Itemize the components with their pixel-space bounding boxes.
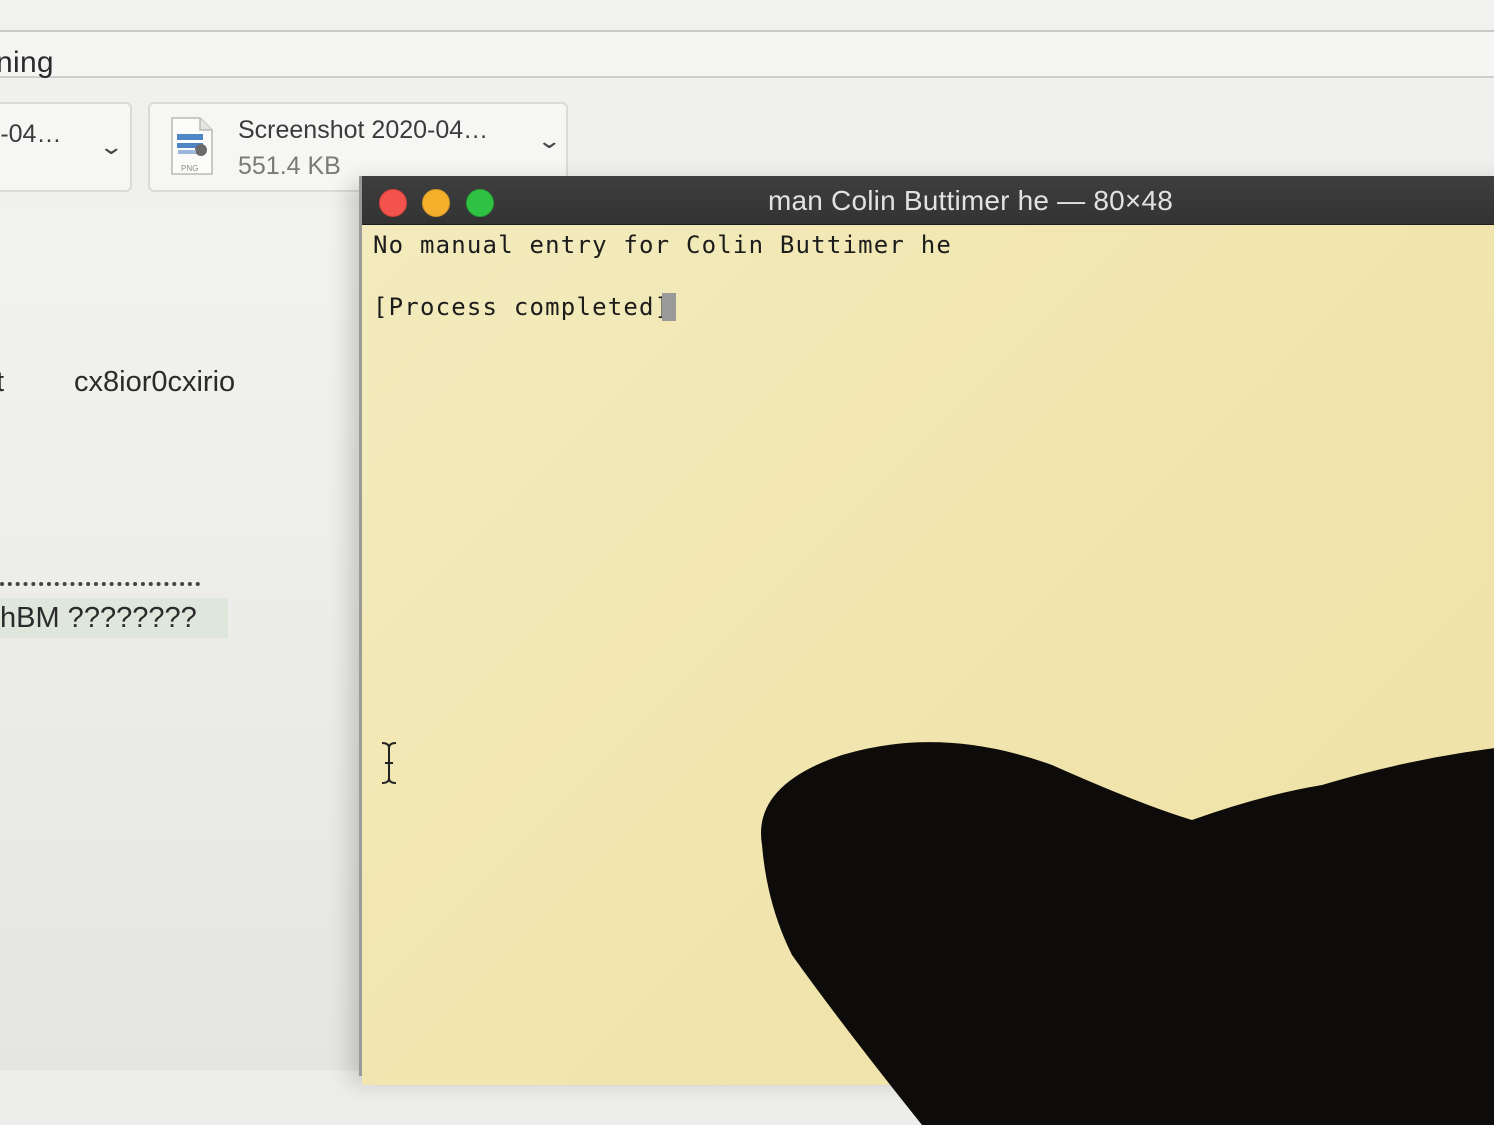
dotted-separator (0, 582, 200, 586)
download-size: 551.4 KB (238, 152, 341, 180)
minimize-button[interactable] (422, 189, 450, 217)
download-filename: )-04… (0, 120, 62, 148)
download-item[interactable]: )-04… ⌄ (0, 102, 132, 192)
page-content-panel (0, 210, 370, 1070)
terminal-window[interactable]: man Colin Buttimer he — 80×48 No manual … (359, 176, 1494, 1125)
chevron-down-icon[interactable]: ⌄ (98, 134, 124, 160)
terminal-titlebar[interactable]: man Colin Buttimer he — 80×48 (362, 176, 1494, 225)
highlighted-row-text: hBM ???????? (0, 602, 197, 634)
chevron-down-icon[interactable]: ⌄ (536, 128, 562, 154)
terminal-line: No manual entry for Colin Buttimer he (373, 231, 953, 259)
terminal-output-area[interactable]: No manual entry for Colin Buttimer he [P… (362, 225, 1494, 1125)
png-icon-label: PNG (181, 164, 198, 173)
terminal-line: [Process completed] (373, 293, 671, 321)
download-filename: Screenshot 2020-04… (238, 116, 489, 144)
foreground-silhouette (761, 742, 1494, 1125)
browser-title-row (0, 32, 1494, 78)
zoom-button[interactable] (466, 189, 494, 217)
code-value: cx8ior0cxirio (74, 366, 236, 398)
terminal-title: man Colin Buttimer he — 80×48 (768, 185, 1174, 216)
browser-tab-strip (0, 0, 1494, 32)
text-cursor (662, 293, 676, 321)
page-heading: ning (0, 46, 54, 79)
png-file-icon: PNG (171, 117, 213, 175)
close-button[interactable] (379, 189, 407, 217)
field-label-fragment: t (0, 366, 5, 398)
ibeam-cursor-icon (381, 742, 397, 784)
